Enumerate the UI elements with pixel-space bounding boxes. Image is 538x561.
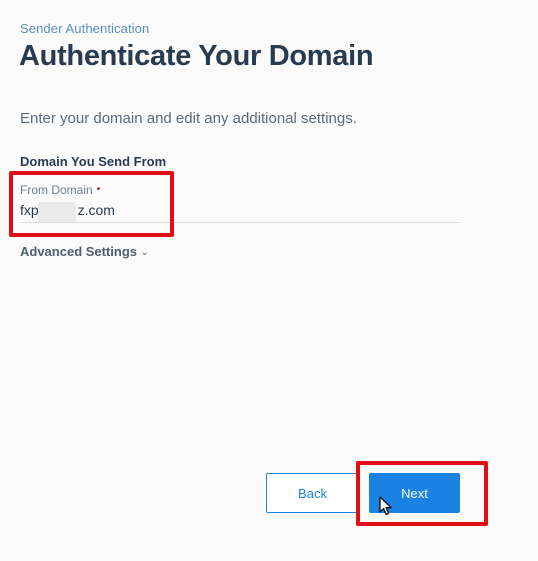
advanced-settings-label: Advanced Settings [20,244,138,259]
advanced-settings-toggle[interactable]: Advanced Settings ⌄ [20,244,149,259]
highlight-box-next [356,461,488,526]
back-button[interactable]: Back [266,473,359,513]
breadcrumb[interactable]: Sender Authentication [20,21,149,36]
mouse-pointer-icon [379,496,392,516]
page-subtitle: Enter your domain and edit any additiona… [20,110,357,127]
highlight-box-domain [9,171,174,237]
page-title: Authenticate Your Domain [19,40,374,72]
chevron-down-icon: ⌄ [141,247,149,257]
authenticate-domain-page: Sender Authentication Authenticate Your … [0,0,538,561]
section-label-domain: Domain You Send From [20,154,167,169]
